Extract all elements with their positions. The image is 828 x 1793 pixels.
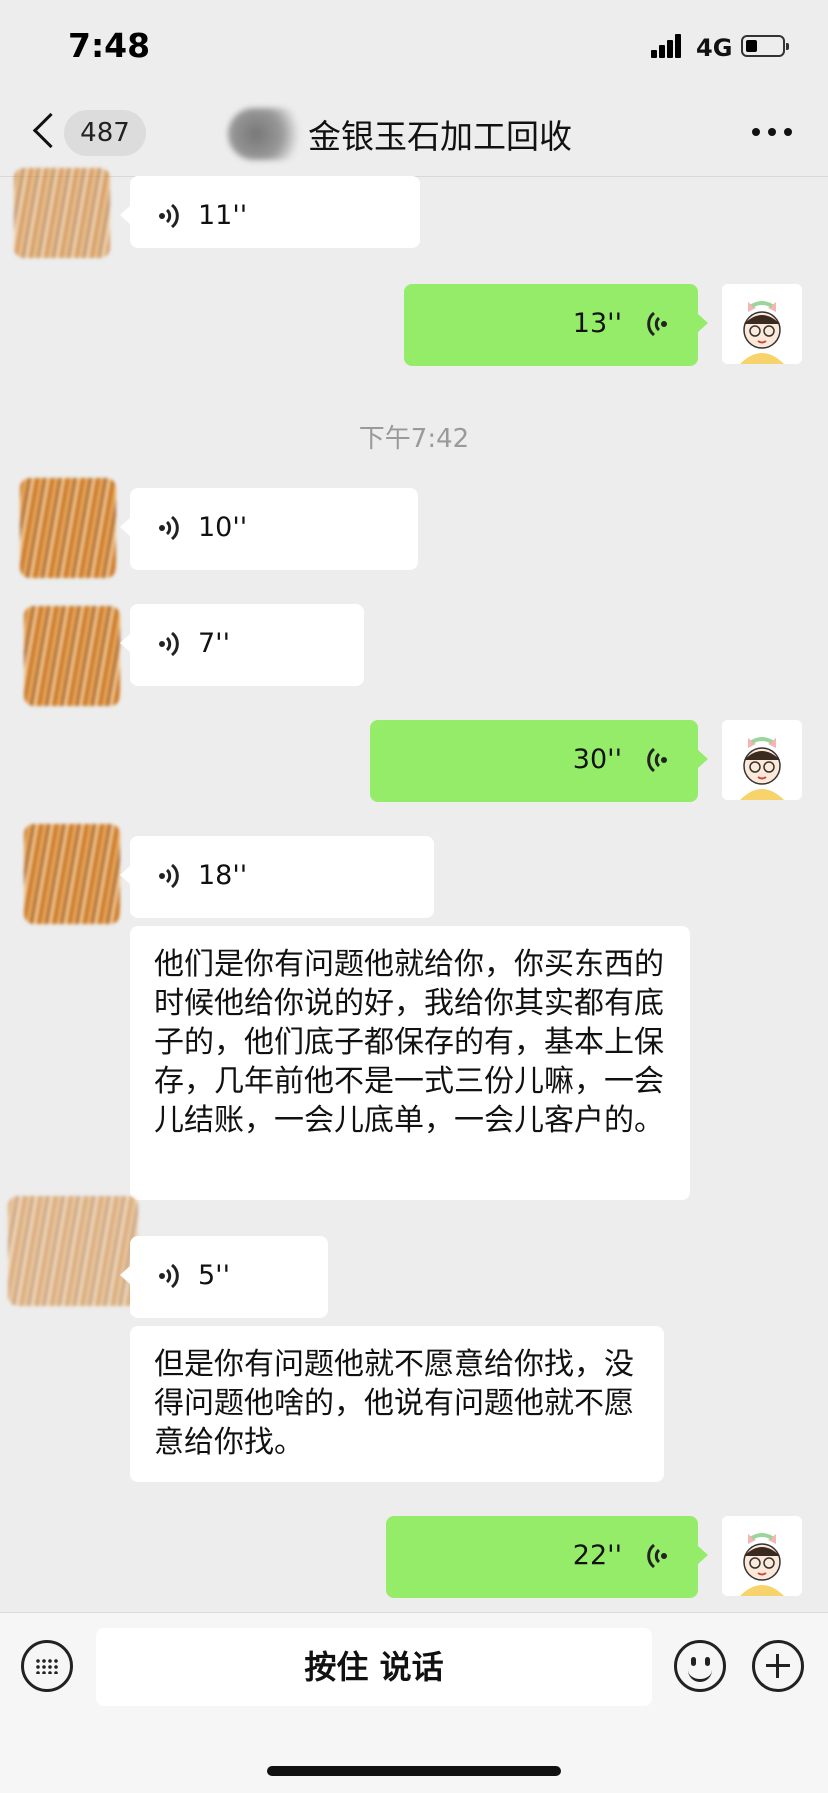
voice-duration: 13'' <box>572 308 622 339</box>
cartoon-avatar-icon <box>722 720 802 800</box>
voice-duration: 7'' <box>198 628 231 659</box>
voice-icon <box>647 1543 667 1569</box>
voice-duration: 5'' <box>198 1260 231 1291</box>
network-type: 4G <box>696 34 733 62</box>
my-avatar[interactable] <box>722 1516 802 1596</box>
voice-duration: 22'' <box>572 1540 622 1571</box>
transcript-bubble[interactable]: 他们是你有问题他就给你，你买东西的时候他给你说的好，我给你其实都有底子的，他们底… <box>130 926 690 1200</box>
more-icon[interactable] <box>752 128 792 138</box>
voice-duration: 18'' <box>198 860 248 891</box>
cartoon-avatar-icon <box>722 284 802 364</box>
blurred-name <box>228 108 308 160</box>
voice-message[interactable]: 7'' <box>120 604 364 686</box>
signal-icon <box>651 34 687 58</box>
home-indicator[interactable] <box>267 1766 561 1776</box>
hold-to-talk-button[interactable]: 按住 说话 <box>96 1628 652 1706</box>
voice-icon <box>159 863 179 889</box>
plus-icon[interactable] <box>752 1640 804 1692</box>
voice-message[interactable]: 18'' <box>120 836 434 918</box>
timestamp: 下午7:42 <box>358 424 470 454</box>
voice-icon <box>647 747 667 773</box>
voice-icon <box>159 203 179 229</box>
voice-message[interactable]: 22'' <box>386 1516 708 1598</box>
voice-message[interactable]: 10'' <box>120 488 418 570</box>
contact-avatar[interactable] <box>24 824 120 924</box>
chat-title: 金银玉石加工回收 <box>308 117 572 156</box>
voice-icon <box>159 1263 179 1289</box>
voice-message[interactable]: 13'' <box>404 284 708 366</box>
voice-icon <box>159 631 179 657</box>
unread-count-badge[interactable]: 487 <box>64 110 146 156</box>
voice-icon <box>647 311 667 337</box>
keyboard-icon[interactable] <box>21 1640 73 1692</box>
transcript-text: 他们是你有问题他就给你，你买东西的时候他给你说的好，我给你其实都有底子的，他们底… <box>154 947 664 1138</box>
emoji-icon[interactable] <box>674 1640 726 1692</box>
voice-duration: 11'' <box>198 200 248 231</box>
contact-avatar[interactable] <box>8 1196 138 1306</box>
my-avatar[interactable] <box>722 720 802 800</box>
status-time: 7:48 <box>68 26 151 65</box>
battery-icon <box>741 35 789 57</box>
contact-avatar[interactable] <box>14 168 110 258</box>
voice-message[interactable]: 30'' <box>370 720 708 802</box>
transcript-text: 但是你有问题他就不愿意给你找，没得问题他啥的，他说有问题他就不愿意给你找。 <box>154 1347 634 1460</box>
cartoon-avatar-icon <box>722 1516 802 1596</box>
voice-duration: 10'' <box>198 512 248 543</box>
voice-message[interactable]: 5'' <box>120 1236 328 1318</box>
my-avatar[interactable] <box>722 284 802 364</box>
transcript-bubble[interactable]: 但是你有问题他就不愿意给你找，没得问题他啥的，他说有问题他就不愿意给你找。 <box>130 1326 664 1482</box>
contact-avatar[interactable] <box>24 606 120 706</box>
voice-message[interactable]: 11'' <box>120 176 420 248</box>
voice-duration: 30'' <box>572 744 622 775</box>
contact-avatar[interactable] <box>20 478 116 578</box>
voice-icon <box>159 515 179 541</box>
